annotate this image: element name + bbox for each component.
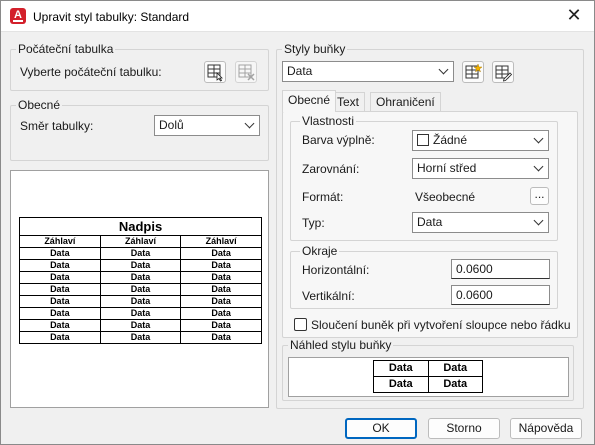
horizontal-margin-label: Horizontální: (302, 263, 370, 277)
vertical-margin-input[interactable]: 0.0600 (451, 285, 550, 305)
preview-data-cell: Data (19, 271, 101, 284)
select-table-button[interactable] (204, 61, 226, 83)
preview-data-cell: Data (99, 283, 182, 296)
cell-preview-cell: Data (373, 360, 429, 377)
preview-data-cell: Data (19, 295, 101, 308)
preview-data-cell: Data (99, 295, 182, 308)
chevron-down-icon (438, 64, 449, 75)
preview-data-cell: Data (19, 319, 101, 332)
preview-data-cell: Data (19, 283, 101, 296)
type-combo[interactable]: Data (412, 212, 549, 233)
preview-data-cell: Data (99, 319, 182, 332)
preview-data-cell: Data (99, 247, 182, 260)
ok-button[interactable]: OK (345, 418, 417, 439)
start-table-group-label: Počáteční tabulka (16, 42, 116, 56)
preview-data-cell: Data (19, 331, 101, 344)
preview-data-cell: Data (180, 271, 262, 284)
help-button[interactable]: Nápověda (510, 418, 582, 439)
format-value: Všeobecné (415, 190, 476, 204)
new-cell-style-icon (465, 63, 483, 79)
tab-general[interactable]: Obecné (282, 90, 337, 112)
properties-group-label: Vlastnosti (300, 114, 357, 128)
cell-preview-cell: Data (373, 376, 429, 393)
merge-cells-checkbox[interactable] (294, 318, 307, 331)
alignment-label: Zarovnání: (302, 162, 360, 176)
preview-data-cell: Data (180, 295, 262, 308)
preview-data-cell: Data (180, 247, 262, 260)
cell-preview-cell: Data (427, 360, 483, 377)
close-icon[interactable]: ✕ (563, 6, 585, 26)
preview-data-cell: Data (180, 259, 262, 272)
chevron-down-icon (533, 133, 544, 144)
remove-start-table-button[interactable] (235, 61, 257, 83)
preview-data-cell: Data (99, 259, 182, 272)
margins-group-label: Okraje (300, 244, 340, 258)
cell-preview-grid: Data Data Data Data (373, 360, 483, 393)
format-browse-button[interactable]: ... (530, 187, 549, 205)
cell-preview-group-label: Náhled stylu buňky (288, 338, 394, 352)
preview-data-cell: Data (180, 319, 262, 332)
format-label: Formát: (302, 190, 344, 204)
preview-header-cell: Záhlaví (99, 235, 182, 248)
alignment-value: Horní střed (417, 161, 477, 175)
preview-header-cell: Záhlaví (180, 235, 262, 248)
tab-borders[interactable]: Ohraničení (370, 92, 441, 112)
horizontal-margin-input[interactable]: 0.0600 (451, 259, 550, 279)
table-direction-combo[interactable]: Dolů (154, 115, 260, 136)
fill-color-value: Žádné (433, 133, 468, 147)
type-label: Typ: (302, 216, 325, 230)
fill-color-label: Barva výplně: (302, 133, 375, 147)
preview-data-cell: Data (99, 331, 182, 344)
cancel-button[interactable]: Storno (428, 418, 500, 439)
title-bar: A Upravit styl tabulky: Standard ✕ (1, 1, 594, 32)
preview-data-cell: Data (19, 259, 101, 272)
color-swatch-icon (417, 134, 429, 146)
remove-table-icon (238, 64, 255, 81)
table-direction-value: Dolů (159, 118, 184, 132)
manage-cell-styles-button[interactable] (492, 61, 514, 83)
preview-header-cell: Záhlaví (19, 235, 101, 248)
select-start-table-label: Vyberte počáteční tabulku: (20, 65, 162, 79)
vertical-margin-label: Vertikální: (302, 289, 355, 303)
select-table-icon (207, 64, 223, 82)
table-preview-grid: Nadpis Záhlaví Záhlaví Záhlaví Data Data D… (19, 217, 262, 344)
alignment-combo[interactable]: Horní střed (412, 158, 549, 179)
preview-data-cell: Data (19, 307, 101, 320)
manage-cell-styles-icon (495, 65, 513, 82)
preview-data-cell: Data (180, 331, 262, 344)
cell-style-combo[interactable]: Data (282, 61, 454, 82)
table-preview: Nadpis Záhlaví Záhlaví Záhlaví Data Data D… (10, 170, 269, 408)
preview-data-cell: Data (180, 307, 262, 320)
preview-data-cell: Data (19, 247, 101, 260)
cell-style-value: Data (287, 64, 313, 78)
merge-cells-label[interactable]: Sloučení buněk při vytvoření sloupce neb… (311, 318, 571, 332)
general-group-label: Obecné (16, 98, 63, 112)
cell-style-preview: Data Data Data Data (288, 357, 569, 397)
preview-title-cell: Nadpis (19, 217, 262, 236)
cell-styles-group-label: Styly buňky (282, 42, 348, 56)
cell-preview-cell: Data (427, 376, 483, 393)
preview-data-cell: Data (180, 283, 262, 296)
window-title: Upravit styl tabulky: Standard (33, 10, 190, 24)
table-direction-label: Směr tabulky: (20, 119, 94, 133)
preview-data-cell: Data (99, 307, 182, 320)
type-value: Data (417, 215, 443, 229)
chevron-down-icon (533, 161, 544, 172)
tab-text[interactable]: Text (331, 92, 366, 112)
dialog-window: A Upravit styl tabulky: Standard ✕ Počát… (0, 0, 595, 445)
preview-data-cell: Data (99, 271, 182, 284)
new-cell-style-button[interactable] (462, 61, 484, 83)
chevron-down-icon (244, 118, 255, 129)
fill-color-combo[interactable]: Žádné (412, 130, 549, 151)
chevron-down-icon (533, 215, 544, 226)
autocad-app-icon: A (10, 8, 26, 24)
